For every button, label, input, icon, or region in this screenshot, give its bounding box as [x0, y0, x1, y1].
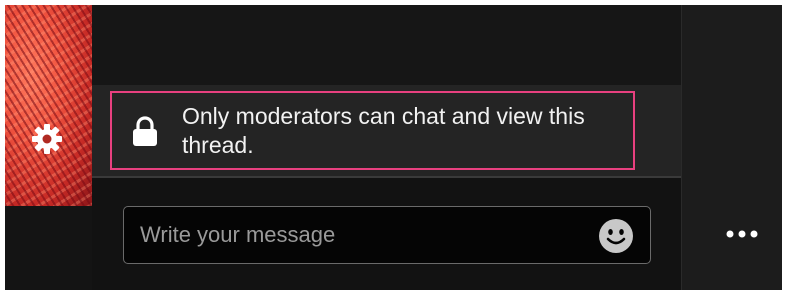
right-panel	[681, 5, 782, 290]
left-rail	[5, 5, 92, 290]
thread-header-area	[92, 5, 681, 85]
lock-icon	[133, 115, 157, 146]
thread-panel: Only moderators can chat and view this t…	[92, 5, 681, 290]
message-composer	[123, 206, 651, 264]
notice-text: Only moderators can chat and view this t…	[182, 102, 585, 158]
moderators-only-notice: Only moderators can chat and view this t…	[110, 91, 635, 170]
chat-window: Only moderators can chat and view this t…	[5, 5, 782, 290]
more-options-icon[interactable]	[724, 227, 760, 241]
community-avatar[interactable]	[5, 5, 92, 206]
message-input[interactable]	[138, 214, 582, 256]
emoji-icon[interactable]	[598, 218, 634, 254]
gear-icon[interactable]	[31, 123, 63, 155]
divider	[92, 176, 681, 178]
